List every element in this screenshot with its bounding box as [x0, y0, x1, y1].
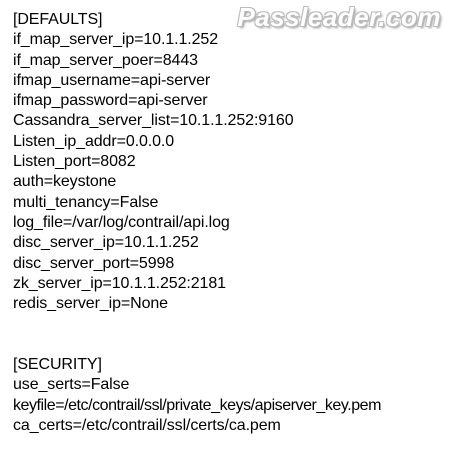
security-section-header: [SECURITY] — [13, 356, 102, 374]
config-line: Listen_port=8082 — [13, 153, 136, 171]
config-line: ifmap_username=api-server — [13, 71, 211, 89]
config-document: [DEFAULTS] if_map_server_ip=10.1.1.252 i… — [13, 10, 453, 436]
config-line: log_file=/var/log/contrail/api.log — [13, 213, 230, 231]
config-line: if_map_server_ip=10.1.1.252 — [13, 31, 218, 49]
config-line: disc_server_port=5998 — [13, 254, 175, 272]
config-line: ca_certs=/etc/contrail/ssl/certs/ca.pem — [13, 416, 281, 434]
section-spacer — [13, 314, 453, 355]
config-line: auth=keystone — [13, 173, 117, 191]
config-line: zk_server_ip=10.1.1.252:2181 — [13, 274, 226, 292]
config-line: redis_server_ip=None — [13, 295, 168, 313]
config-line: Listen_ip_addr=0.0.0.0 — [13, 132, 175, 150]
config-line: ifmap_password=api-server — [13, 92, 208, 110]
config-line: disc_server_ip=10.1.1.252 — [13, 234, 199, 252]
config-line: keyfile=/etc/contrail/ssl/private_keys/a… — [13, 396, 382, 414]
config-line: use_serts=False — [13, 376, 130, 394]
defaults-section-header: [DEFAULTS] — [13, 11, 103, 28]
config-line: Cassandra_server_list=10.1.1.252:9160 — [13, 112, 294, 130]
config-line: if_map_server_poer=8443 — [13, 51, 198, 69]
config-line: multi_tenancy=False — [13, 193, 159, 211]
